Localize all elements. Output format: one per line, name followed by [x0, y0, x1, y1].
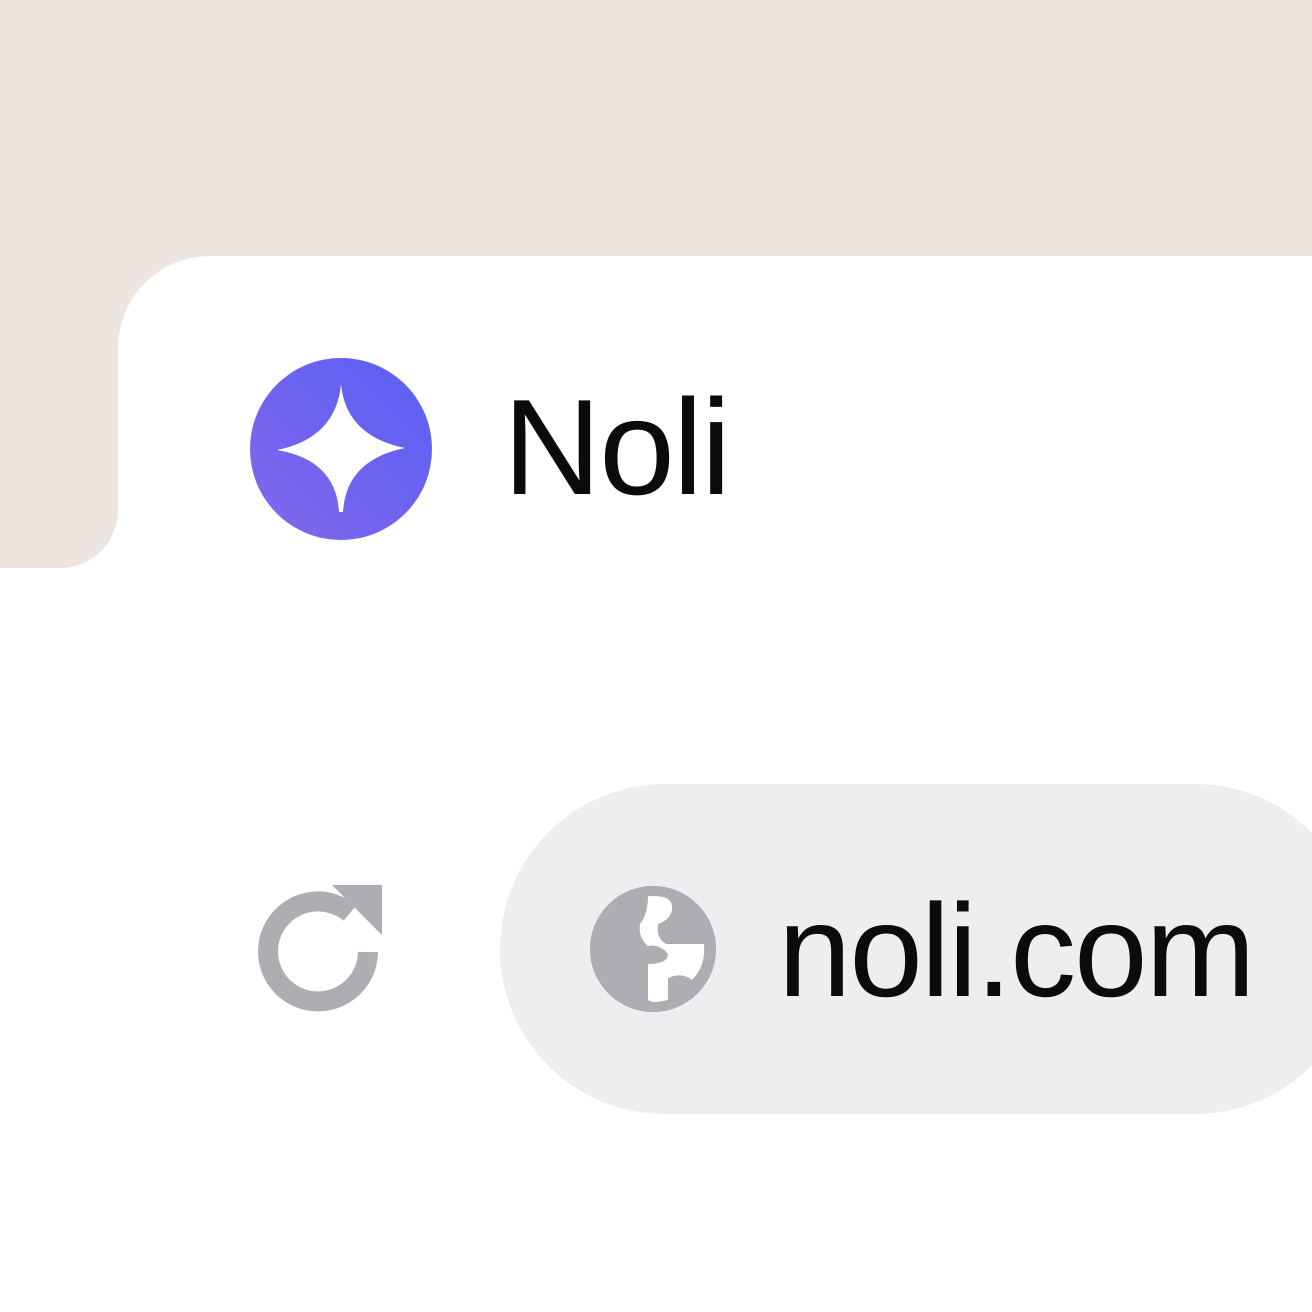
url-text[interactable]: noli.com [778, 876, 1256, 1026]
globe-icon [588, 884, 718, 1014]
sparkle-icon [250, 358, 432, 540]
tab-strip-corner [0, 456, 118, 568]
tab-title: Noli [503, 371, 731, 523]
reload-button[interactable] [250, 880, 390, 1020]
reload-icon [258, 885, 382, 1012]
